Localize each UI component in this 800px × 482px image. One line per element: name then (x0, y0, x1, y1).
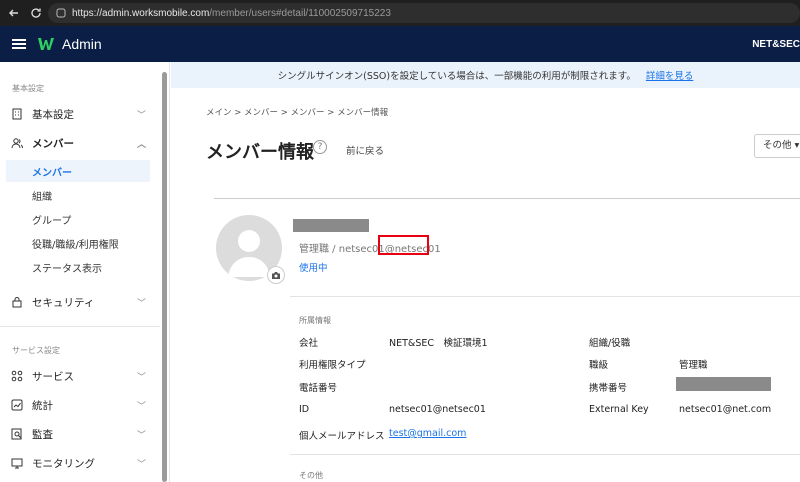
menu-icon[interactable] (12, 37, 26, 51)
sidebar-item-security[interactable]: セキュリティ ﹀ (10, 292, 150, 312)
building-icon (10, 107, 24, 121)
personal-email-label: 個人メールアドレス (299, 431, 385, 442)
section-divider (290, 454, 800, 455)
sidebar-subitem-groups[interactable]: グループ (6, 208, 150, 230)
breadcrumb: メイン > メンバー > メンバー > メンバー情報 (206, 108, 389, 118)
lock-icon (10, 295, 24, 309)
section-title-basic: 基本設定 (12, 84, 44, 93)
company-value: NET&SEC 検証環境1 (389, 338, 488, 349)
sidebar: 基本設定 基本設定 ﹀ メンバー ︿ メンバー 組織 グループ 役職/職級/利用… (0, 62, 170, 482)
external-key-value: netsec01@net.com (679, 404, 772, 415)
chevron-up-icon: ︿ (136, 139, 146, 150)
sidebar-item-label: 統計 (32, 399, 53, 412)
sidebar-divider (0, 326, 160, 327)
sidebar-subitem-status-display[interactable]: ステータス表示 (6, 256, 150, 278)
red-highlight-box (378, 235, 429, 255)
sidebar-item-audit[interactable]: 監査 ﹀ (10, 424, 150, 444)
chevron-down-icon: ﹀ (136, 372, 146, 383)
status-badge: 使用中 (299, 263, 328, 274)
audit-search-icon (10, 427, 24, 441)
help-icon[interactable]: ? (313, 140, 327, 154)
chevron-down-icon: ﹀ (136, 110, 146, 121)
banner-details-link[interactable]: 詳細を見る (646, 68, 694, 82)
chart-icon (10, 398, 24, 412)
site-info-icon[interactable] (56, 8, 66, 18)
sidebar-item-label: モニタリング (32, 457, 95, 470)
camera-icon[interactable] (267, 266, 285, 284)
sidebar-subitem-members[interactable]: メンバー (6, 160, 150, 182)
profile-divider (290, 296, 800, 297)
section-label-other: その他 (299, 471, 323, 480)
sidebar-item-label: セキュリティ (32, 296, 95, 309)
monitor-icon (10, 456, 24, 470)
chevron-down-icon: ﹀ (136, 298, 146, 309)
sidebar-item-stats[interactable]: 統計 ﹀ (10, 395, 150, 415)
app-title: Admin (62, 36, 102, 52)
back-link[interactable]: 前に戻る (346, 143, 384, 157)
chevron-down-icon: ﹀ (136, 430, 146, 441)
id-label: ID (299, 404, 310, 415)
sidebar-item-label: 基本設定 (32, 108, 74, 121)
browser-toolbar: https://admin.worksmobile.com/member/use… (0, 0, 800, 26)
grade-label: 職級 (589, 360, 609, 371)
company-label: 会社 (299, 338, 319, 349)
redacted-member-name (293, 219, 369, 232)
back-arrow-icon[interactable] (4, 3, 24, 23)
chevron-down-icon: ﹀ (136, 401, 146, 412)
sidebar-item-members[interactable]: メンバー ︿ (10, 133, 150, 153)
sidebar-item-monitoring[interactable]: モニタリング ﹀ (10, 453, 150, 473)
people-icon (10, 136, 24, 150)
id-value: netsec01@netsec01 (389, 404, 486, 415)
phone-label: 電話番号 (299, 383, 338, 394)
section-title-service: サービス設定 (12, 346, 60, 355)
app-header: Admin NET&SEC (0, 26, 800, 62)
chevron-down-icon: ﹀ (136, 459, 146, 470)
sidebar-item-label: 監査 (32, 428, 53, 441)
banner-text: シングルサインオン(SSO)を設定している場合は、一部機能の利用が制限されます。 (277, 71, 636, 82)
redacted-mobile-number (676, 377, 771, 391)
mobile-label: 携帯番号 (589, 383, 628, 394)
sidebar-item-label: メンバー (32, 137, 74, 150)
reload-icon[interactable] (26, 3, 46, 23)
section-label-affiliation: 所属情報 (299, 316, 331, 325)
title-divider (214, 198, 800, 199)
sidebar-item-service[interactable]: サービス ﹀ (10, 366, 150, 386)
address-bar[interactable]: https://admin.worksmobile.com/member/use… (48, 3, 800, 23)
sidebar-scrollbar[interactable] (162, 72, 167, 482)
page-title: メンバー情報 (206, 142, 314, 163)
permission-type-label: 利用権限タイプ (299, 360, 366, 371)
url-path: /member/users#detail/110002509715223 (209, 7, 391, 19)
org-position-label: 組織/役職 (589, 338, 631, 349)
more-dropdown-button[interactable]: その他 ▾ (754, 134, 800, 158)
sso-notice-banner: シングルサインオン(SSO)を設定している場合は、一部機能の利用が制限されます。… (171, 62, 800, 88)
org-name[interactable]: NET&SEC (752, 39, 800, 50)
external-key-label: External Key (589, 404, 649, 415)
works-logo-icon (38, 38, 54, 50)
url-host: https://admin.worksmobile.com (72, 7, 210, 19)
grade-value: 管理職 (679, 360, 708, 371)
personal-email-link[interactable]: test@gmail.com (389, 428, 466, 439)
grid-icon (10, 369, 24, 383)
sidebar-subitem-positions[interactable]: 役職/職級/利用権限 (6, 232, 150, 254)
sidebar-item-label: サービス (32, 370, 74, 383)
sidebar-subitem-organization[interactable]: 組織 (6, 184, 150, 206)
sidebar-item-basic-settings[interactable]: 基本設定 ﹀ (10, 104, 150, 124)
